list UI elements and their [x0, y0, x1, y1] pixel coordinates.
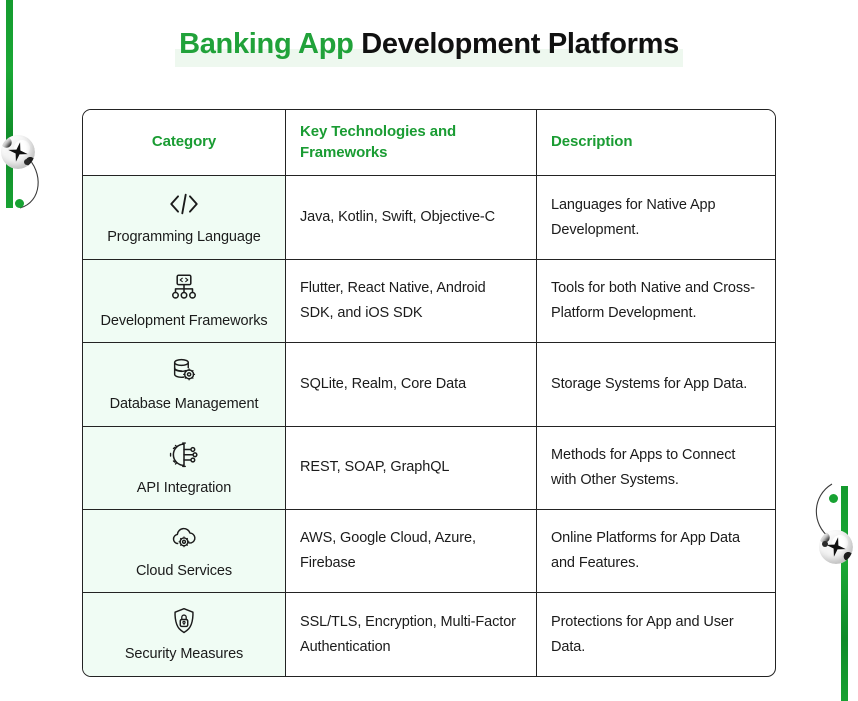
table-row: Programming Language Java, Kotlin, Swift… [83, 176, 775, 260]
page-title-wrap: Banking App Development Platforms [0, 26, 858, 67]
page-title: Banking App Development Platforms [175, 26, 683, 67]
table-row: Cloud Services AWS, Google Cloud, Azure,… [83, 509, 775, 594]
technologies-text: SSL/TLS, Encryption, Multi-Factor Authen… [300, 613, 516, 655]
cell-category: Security Measures [83, 593, 286, 676]
cell-description: Tools for both Native and Cross-Platform… [537, 260, 775, 342]
table-header-row: Category Key Technologies and Frameworks… [83, 110, 775, 177]
description-text: Online Platforms for App Data and Featur… [551, 530, 740, 572]
cell-description: Protections for App and User Data. [537, 593, 775, 675]
header-cell-technologies: Key Technologies and Frameworks [286, 110, 537, 176]
cell-technologies: Flutter, React Native, Android SDK, and … [286, 259, 537, 343]
category-label: API Integration [136, 479, 232, 496]
cell-technologies: Java, Kotlin, Swift, Objective-C [286, 176, 537, 259]
cell-category: Cloud Services [83, 509, 286, 593]
header-label-description: Description [551, 133, 633, 151]
cloud-gear-icon [167, 522, 201, 554]
cell-category: Development Frameworks [83, 259, 286, 343]
cell-description: Storage Systems for App Data. [537, 343, 775, 425]
description-text: Tools for both Native and Cross-Platform… [551, 280, 755, 321]
platforms-table: Category Key Technologies and Frameworks… [82, 109, 776, 677]
cell-description: Online Platforms for App Data and Featur… [537, 510, 775, 592]
category-label: Programming Language [107, 229, 261, 246]
right-sphere-ornament [819, 530, 853, 564]
cell-category: API Integration [83, 426, 286, 509]
header-cell-description: Description [537, 110, 775, 176]
code-brackets-icon [167, 188, 201, 220]
table-row: API Integration REST, SOAP, GraphQL Meth… [83, 426, 775, 510]
description-text: Storage Systems for App Data. [551, 375, 748, 392]
category-label: Security Measures [124, 646, 244, 663]
cell-category: Database Management [83, 343, 286, 426]
right-green-dot [829, 494, 838, 503]
category-label: Database Management [109, 396, 259, 413]
cell-description: Methods for Apps to Connect with Other S… [537, 427, 775, 509]
table-row: Development Frameworks Flutter, React Na… [83, 259, 775, 344]
table-row: Database Management SQLite, Realm, Core … [83, 343, 775, 427]
cell-category: Programming Language [83, 176, 286, 259]
cell-technologies: REST, SOAP, GraphQL [286, 426, 537, 509]
technologies-text: AWS, Google Cloud, Azure, Firebase [300, 530, 476, 572]
left-arc-knob [24, 159, 30, 165]
technologies-text: Java, Kotlin, Swift, Objective-C [300, 209, 496, 226]
cell-technologies: SSL/TLS, Encryption, Multi-Factor Authen… [286, 593, 537, 676]
description-text: Languages for Native App Development. [551, 196, 716, 238]
right-arc-knob [822, 541, 828, 547]
description-text: Methods for Apps to Connect with Other S… [551, 446, 736, 488]
header-label-category: Category [151, 133, 217, 151]
cell-technologies: AWS, Google Cloud, Azure, Firebase [286, 509, 537, 593]
api-gear-circuit-icon [167, 439, 201, 471]
shield-lock-icon [167, 605, 201, 637]
left-green-dot [15, 199, 24, 208]
page-title-rest: Development Platforms [353, 28, 679, 60]
category-label: Development Frameworks [100, 312, 268, 329]
technologies-text: Flutter, React Native, Android SDK, and … [300, 280, 486, 321]
description-text: Protections for App and User Data. [551, 613, 734, 655]
database-gear-icon [167, 355, 201, 387]
header-cell-category: Category [83, 110, 286, 176]
cell-technologies: SQLite, Realm, Core Data [286, 343, 537, 426]
category-label: Cloud Services [135, 562, 233, 579]
framework-sitemap-icon [167, 272, 201, 304]
page-title-accent: Banking App [179, 28, 354, 60]
page-root: Banking App Development Platforms Catego… [0, 0, 858, 701]
header-label-technologies: Key Technologies and Frameworks [300, 123, 457, 161]
technologies-text: SQLite, Realm, Core Data [300, 375, 467, 392]
left-sphere-ornament [1, 135, 35, 169]
technologies-text: REST, SOAP, GraphQL [300, 459, 450, 476]
cell-description: Languages for Native App Development. [537, 176, 775, 258]
table-row: Security Measures SSL/TLS, Encryption, M… [83, 593, 775, 676]
